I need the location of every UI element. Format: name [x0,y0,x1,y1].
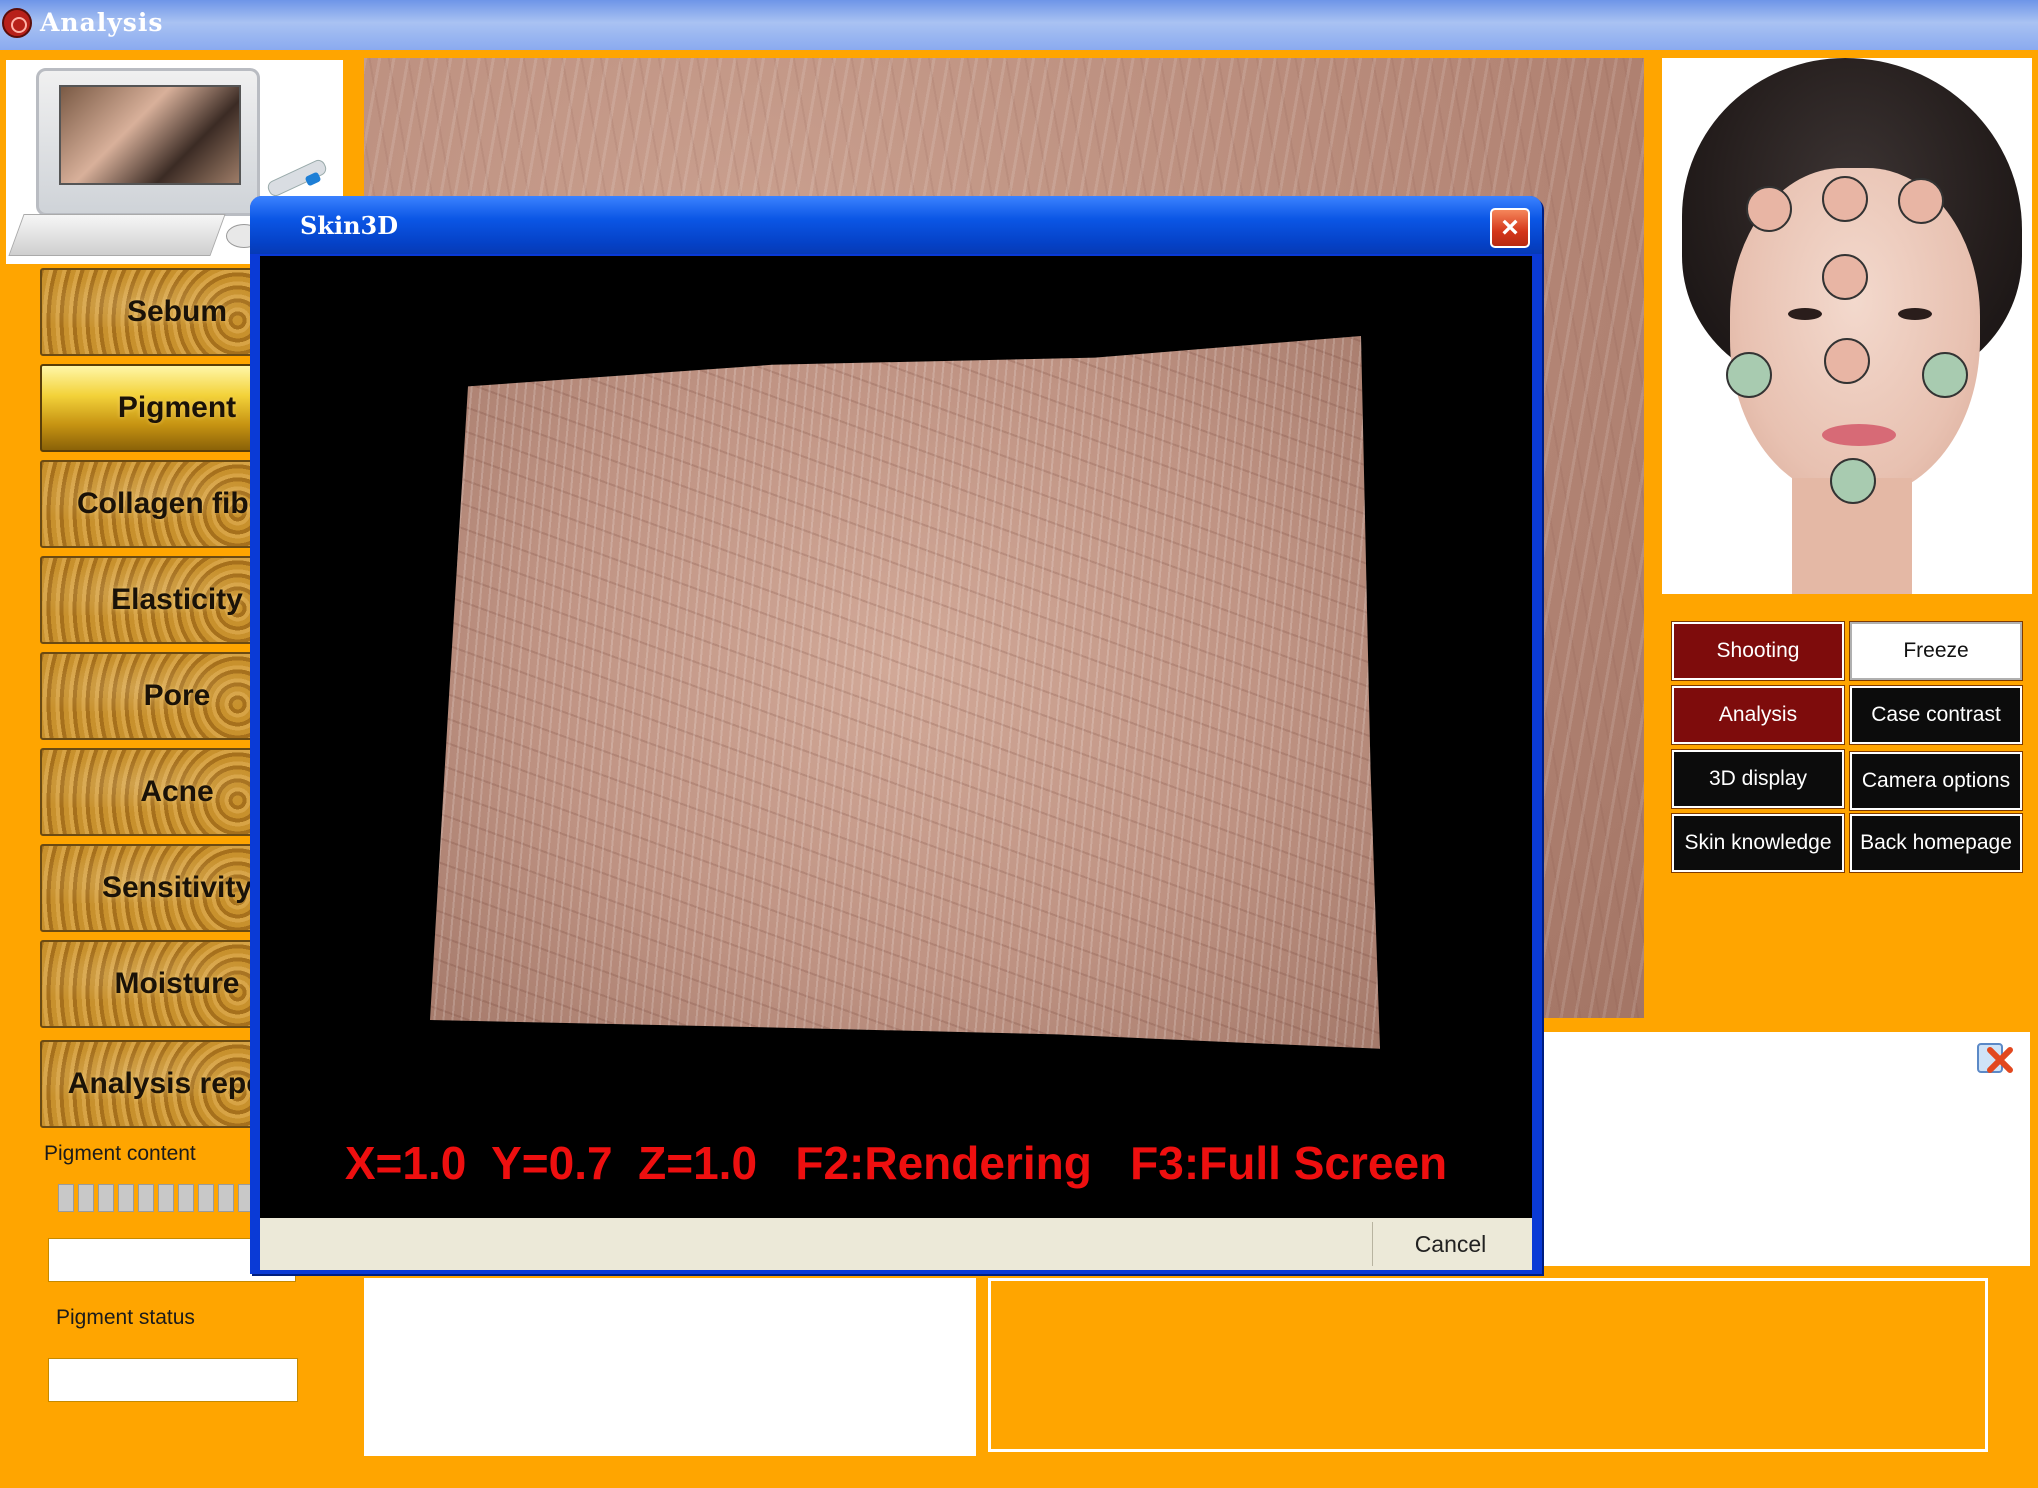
face-map-panel [1662,58,2032,594]
face-point-forehead-center[interactable] [1822,176,1868,222]
close-report-icon[interactable] [1972,1034,2016,1078]
skin3d-dialog: Skin3D × X=1.0 Y=0.7 Z=1.0 F2:Rendering … [250,196,1542,1274]
keyboard-illustration [8,214,226,256]
report-panel [1540,1032,2030,1266]
cancel-button[interactable]: Cancel [1372,1222,1528,1266]
notes-panel [364,1278,976,1456]
face-lips [1822,424,1896,446]
case-contrast-button[interactable]: Case contrast [1849,685,2023,745]
face-eye-left [1788,308,1822,320]
skin3d-surface[interactable] [430,336,1380,1049]
dialog-footer: Cancel [260,1218,1532,1270]
close-icon[interactable]: × [1490,208,1530,248]
window-title-bar[interactable]: Analysis [0,0,2038,50]
dialog-title: Skin3D [300,211,399,240]
pigment-status-field [48,1358,298,1402]
window-title: Analysis [40,8,164,37]
dialog-title-bar[interactable]: Skin3D × [250,196,1542,254]
face-point-forehead-right[interactable] [1898,178,1944,224]
face-point-cheek-right[interactable] [1922,352,1968,398]
analysis-button[interactable]: Analysis [1671,685,1845,745]
face-point-cheek-left[interactable] [1726,352,1772,398]
result-panel [988,1278,1988,1452]
skin-knowledge-button[interactable]: Skin knowledge [1671,813,1845,873]
monitor-screen [59,85,241,185]
freeze-button[interactable]: Freeze [1849,621,2023,681]
render-readout: X=1.0 Y=0.7 Z=1.0 F2:Rendering F3:Full S… [344,1137,1448,1189]
face-eye-right [1898,308,1932,320]
pigment-content-label: Pigment content [44,1142,196,1165]
face-point-forehead-left[interactable] [1746,186,1792,232]
app-logo-icon [2,8,32,38]
3d-display-button[interactable]: 3D display [1671,749,1845,809]
back-homepage-button[interactable]: Back homepage [1849,813,2023,873]
camera-options-button[interactable]: Camera options [1849,751,2023,811]
pigment-status-label: Pigment status [56,1306,195,1329]
face-point-nose-tip[interactable] [1824,338,1870,384]
skin3d-viewport[interactable]: X=1.0 Y=0.7 Z=1.0 F2:Rendering F3:Full S… [260,256,1532,1218]
shooting-button[interactable]: Shooting [1671,621,1845,681]
monitor-illustration [36,68,260,216]
face-point-chin[interactable] [1830,458,1876,504]
face-point-nose-bridge[interactable] [1822,254,1868,300]
